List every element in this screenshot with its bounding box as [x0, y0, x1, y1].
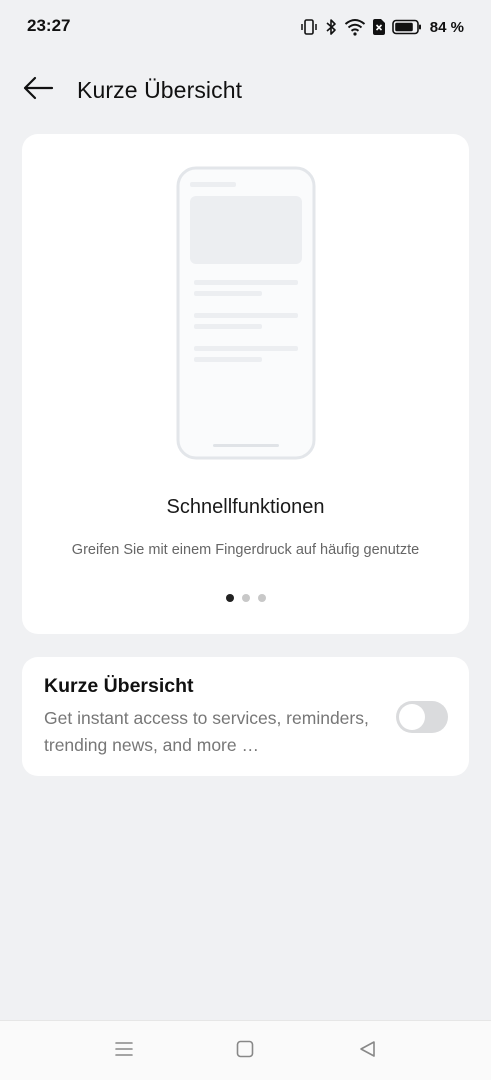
feature-title: Kurze Übersicht	[44, 675, 194, 697]
slide-description: Greifen Sie mit einem Fingerdruck auf hä…	[71, 542, 420, 558]
home-icon	[235, 1039, 255, 1064]
switch-knob	[399, 704, 425, 730]
back-button[interactable]	[20, 74, 56, 106]
feature-description: Get instant access to services, reminder…	[44, 708, 369, 755]
phone-mockup-icon	[176, 166, 316, 460]
menu-icon	[114, 1040, 134, 1063]
back-triangle-icon	[357, 1039, 377, 1064]
feature-carousel[interactable]: Schnellfunktionen Greifen Sie mit einem …	[22, 134, 469, 634]
back-nav-button[interactable]	[354, 1039, 380, 1063]
page-dot-2[interactable]	[241, 594, 250, 602]
slide-title: Schnellfunktionen	[166, 496, 325, 518]
wifi-icon	[344, 18, 366, 36]
page-indicator[interactable]	[22, 594, 469, 602]
battery-percent: 84 %	[429, 18, 464, 36]
recents-button[interactable]	[111, 1039, 137, 1063]
navigation-bar	[0, 1020, 491, 1080]
status-time: 23:27	[27, 16, 71, 35]
arrow-left-icon	[22, 76, 54, 105]
header: Kurze Übersicht	[0, 62, 491, 118]
battery-icon	[391, 19, 422, 35]
feature-toggle-row[interactable]: Kurze Übersicht Get instant access to se…	[22, 657, 469, 776]
page-dot-3[interactable]	[257, 594, 266, 602]
status-icons: 84 %	[300, 15, 464, 39]
no-sim-icon	[372, 18, 386, 36]
home-button[interactable]	[232, 1039, 258, 1063]
page-title: Kurze Übersicht	[77, 77, 243, 103]
vibrate-icon	[300, 18, 318, 36]
page-dot-1[interactable]	[225, 594, 234, 602]
feature-switch[interactable]	[396, 701, 448, 733]
status-bar: 23:27 84 %	[0, 0, 491, 56]
bluetooth-icon	[324, 18, 338, 36]
